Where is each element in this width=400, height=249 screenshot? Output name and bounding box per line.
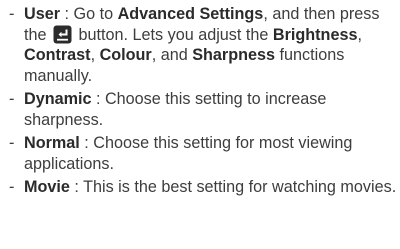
picture-mode-list: - User : Go to Advanced Settings, and th… (9, 4, 397, 201)
enter-button-icon (53, 25, 72, 43)
list-item-movie: - Movie : This is the best setting for w… (9, 177, 397, 198)
emphasis-advanced-settings: Advanced Settings (117, 5, 264, 23)
text-segment: : Go to (60, 5, 118, 23)
list-item-dynamic: - Dynamic : Choose this setting to incre… (9, 89, 397, 130)
text-segment: , (357, 25, 362, 44)
bullet-dash: - (9, 134, 15, 152)
text-segment: , and (151, 46, 193, 64)
emphasis-contrast: Contrast (24, 46, 91, 64)
emphasis-sharpness: Sharpness (192, 46, 276, 64)
emphasis-colour: Colour (99, 46, 152, 64)
item-description: : This is the best setting for watching … (69, 178, 397, 196)
bullet-dash: - (9, 178, 15, 196)
list-item-normal: - Normal : Choose this setting for most … (9, 133, 397, 174)
term-dynamic: Dynamic (24, 90, 92, 108)
list-item-user: - User : Go to Advanced Settings, and th… (9, 4, 397, 86)
emphasis-brightness: Brightness (272, 25, 358, 44)
term-user: User (24, 5, 60, 23)
term-normal: Normal (24, 134, 80, 152)
term-movie: Movie (24, 178, 70, 196)
text-segment: button. Lets you adjust the (74, 25, 273, 44)
bullet-dash: - (9, 5, 15, 23)
text-segment: , (90, 46, 100, 64)
bullet-dash: - (9, 90, 15, 108)
